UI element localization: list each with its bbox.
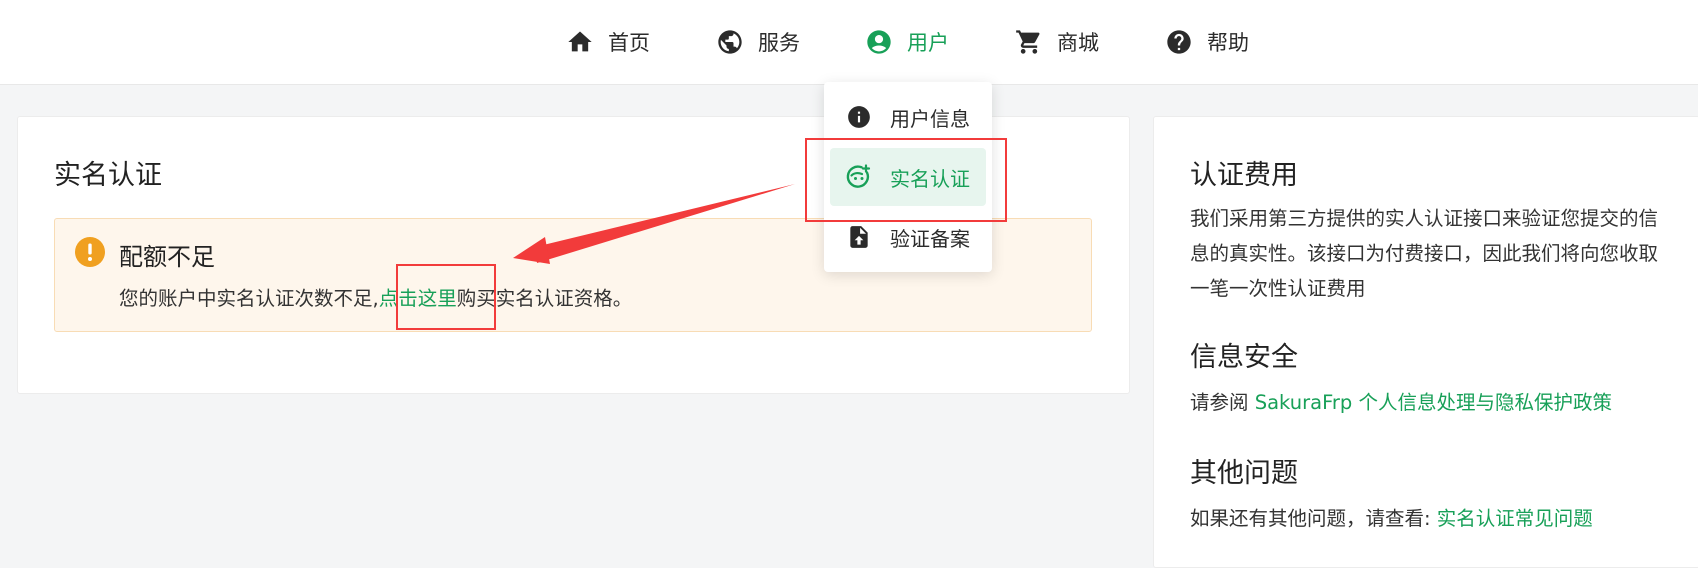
annotation-arrow <box>513 184 795 264</box>
